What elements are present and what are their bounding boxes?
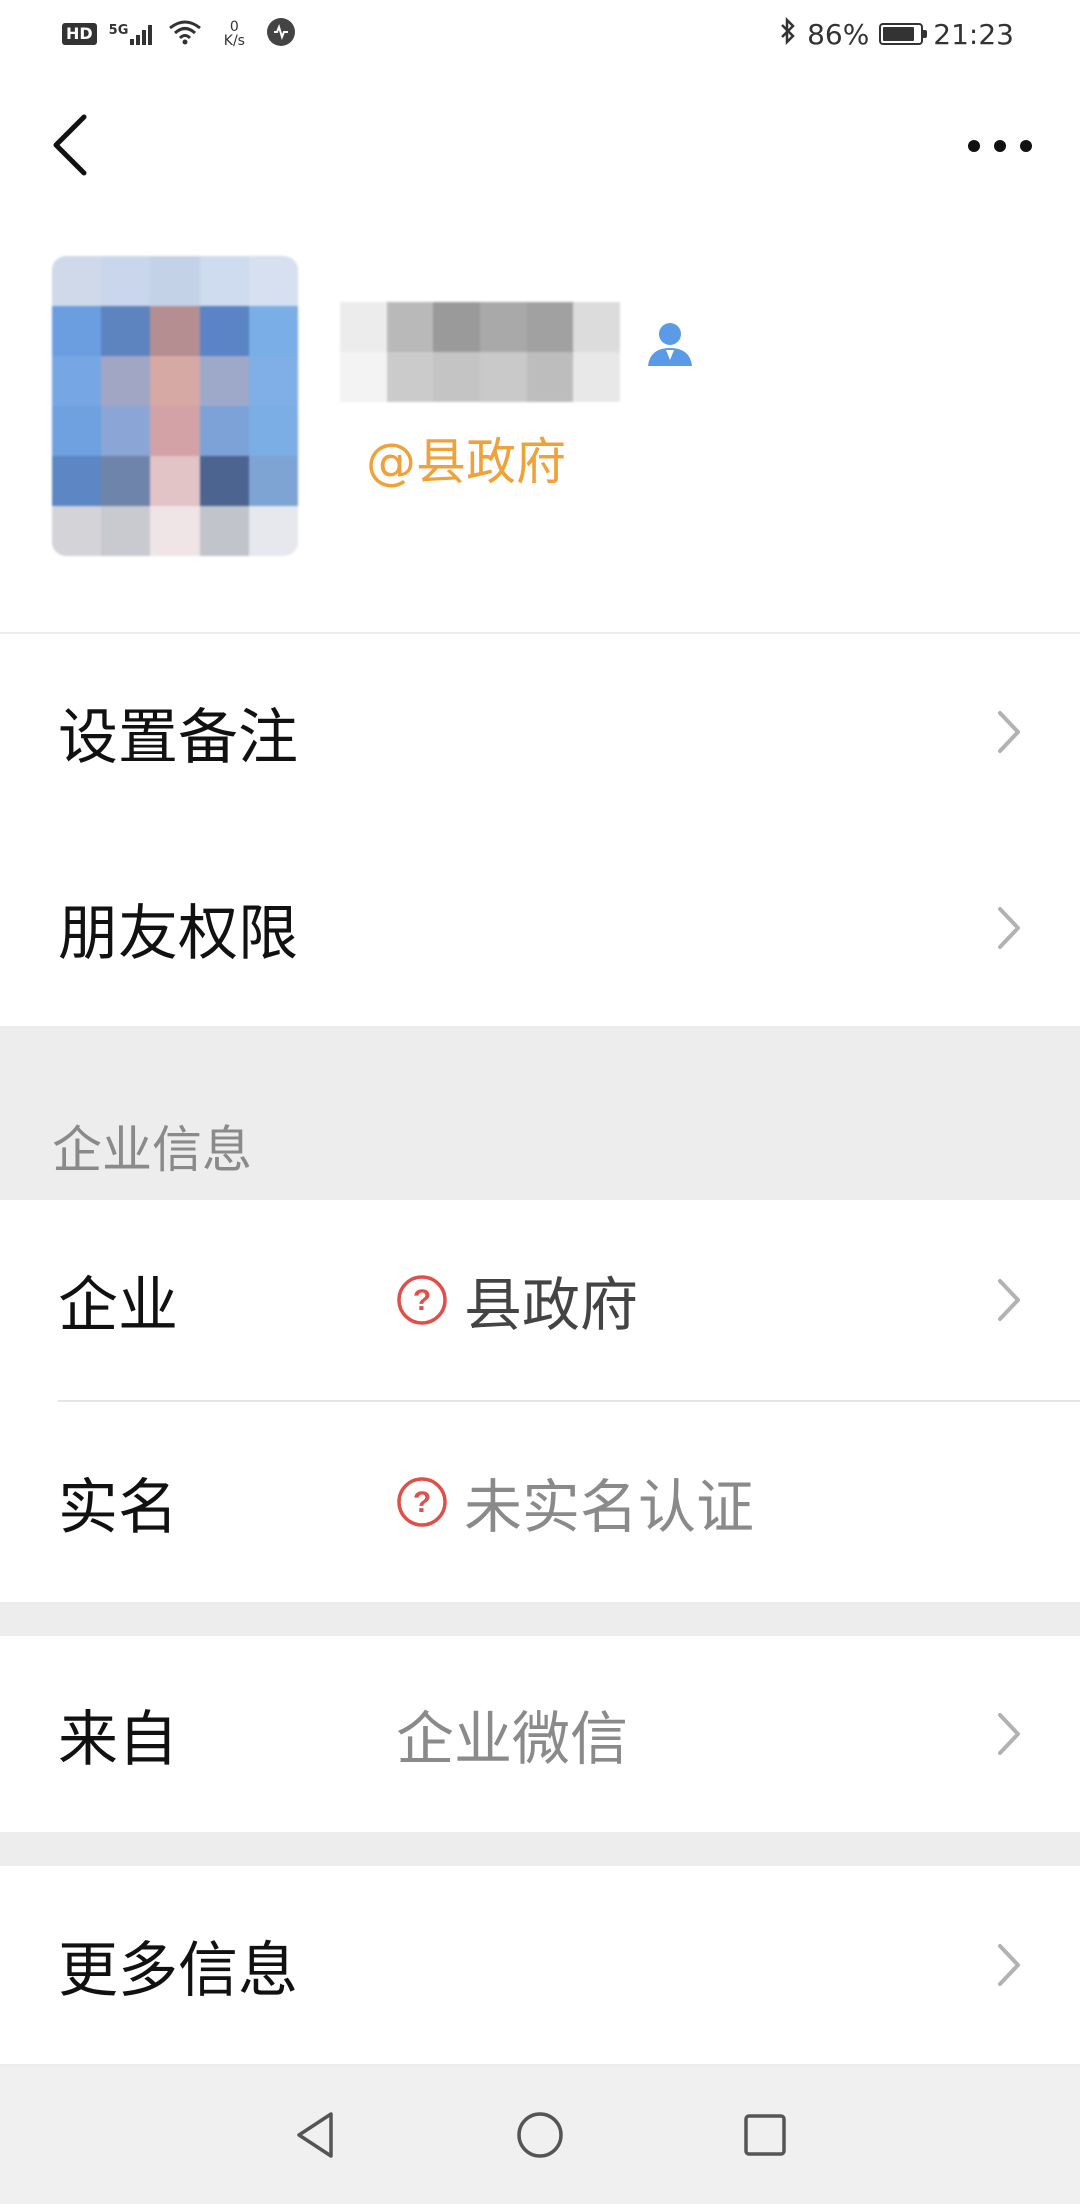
clock: 21:23 — [933, 17, 1014, 51]
status-bar: HD 5G 0 K/s 86% 21:23 — [0, 0, 1080, 66]
battery-percent: 86% — [807, 17, 870, 51]
chevron-right-icon — [996, 1200, 1022, 1400]
set-remark-label: 设置备注 — [58, 702, 298, 773]
enterprise-info-title: 企业信息 — [52, 1121, 252, 1179]
company-row[interactable]: 企业 ? 县政府 — [0, 1200, 1080, 1400]
back-button[interactable] — [40, 110, 100, 180]
more-info-label: 更多信息 — [58, 1935, 298, 2006]
company-label: 企业 — [58, 1270, 178, 1341]
system-nav-bar — [0, 2066, 1080, 2204]
more-info-row[interactable]: 更多信息 — [0, 1866, 1080, 2064]
source-label: 来自 — [58, 1704, 178, 1775]
nav-home-button[interactable] — [505, 2100, 575, 2170]
chevron-right-icon — [996, 1866, 1022, 2064]
nav-recents-button[interactable] — [730, 2100, 800, 2170]
help-circle-icon: ? — [397, 1275, 447, 1325]
chevron-right-icon — [996, 1636, 1022, 1832]
source-value: 企业微信 — [396, 1705, 629, 1773]
battery-fill — [883, 27, 915, 41]
status-left: HD 5G 0 K/s — [62, 14, 296, 54]
enterprise-info-group: 企业 ? 县政府 实名 ? 未实名认证 — [0, 1200, 1080, 1602]
nav-back-button[interactable] — [280, 2100, 350, 2170]
contact-profile-page: HD 5G 0 K/s 86% 21:23 @县政府 设置备注 朋友权限 企业信… — [0, 0, 1080, 2204]
friend-permission-row[interactable]: 朋友权限 — [0, 830, 1080, 1026]
set-remark-row[interactable]: 设置备注 — [0, 634, 1080, 830]
status-right: 86% 21:23 — [779, 14, 1014, 54]
more-options-button[interactable] — [960, 126, 1040, 166]
chevron-left-icon — [53, 114, 87, 176]
network-type: 5G — [108, 23, 129, 38]
avatar[interactable] — [52, 256, 298, 556]
bluetooth-icon — [779, 16, 797, 52]
realname-value-wrap: ? 未实名认证 — [396, 1402, 754, 1602]
enterprise-contact-icon — [640, 314, 700, 374]
network-speed-unit: K/s — [223, 33, 245, 49]
realname-row: 实名 ? 未实名认证 — [0, 1402, 1080, 1602]
app-notification-icon — [266, 17, 296, 51]
settings-group: 设置备注 朋友权限 — [0, 634, 1080, 1026]
chevron-right-icon — [996, 634, 1022, 830]
chevron-right-icon — [996, 830, 1022, 1026]
company-value: 县政府 — [464, 1271, 639, 1339]
profile-header: @县政府 — [0, 236, 1080, 632]
circle-home-icon — [517, 2112, 563, 2158]
help-circle-icon[interactable]: ? — [396, 1476, 448, 1528]
organization-tag: @县政府 — [366, 433, 566, 491]
more-info-group: 更多信息 — [0, 1866, 1080, 2064]
realname-label: 实名 — [58, 1472, 178, 1543]
network-speed: 0 K/s — [214, 20, 254, 48]
battery-icon — [879, 23, 928, 45]
realname-value: 未实名认证 — [464, 1473, 755, 1541]
svg-text:?: ? — [413, 1284, 431, 1317]
triangle-back-icon — [297, 2112, 333, 2158]
top-nav-bar — [0, 66, 1080, 236]
source-row[interactable]: 来自 企业微信 — [0, 1636, 1080, 1832]
signal-icon: 5G — [109, 23, 157, 45]
hd-indicator: HD — [62, 23, 97, 45]
more-dots-icon — [968, 140, 1032, 152]
company-value-wrap: ? 县政府 — [396, 1200, 638, 1400]
square-recents-icon — [744, 2114, 786, 2156]
display-name — [340, 302, 620, 402]
svg-text:?: ? — [413, 1486, 431, 1519]
source-group: 来自 企业微信 — [0, 1636, 1080, 1832]
friend-permission-label: 朋友权限 — [58, 898, 298, 969]
wifi-icon — [168, 19, 202, 49]
